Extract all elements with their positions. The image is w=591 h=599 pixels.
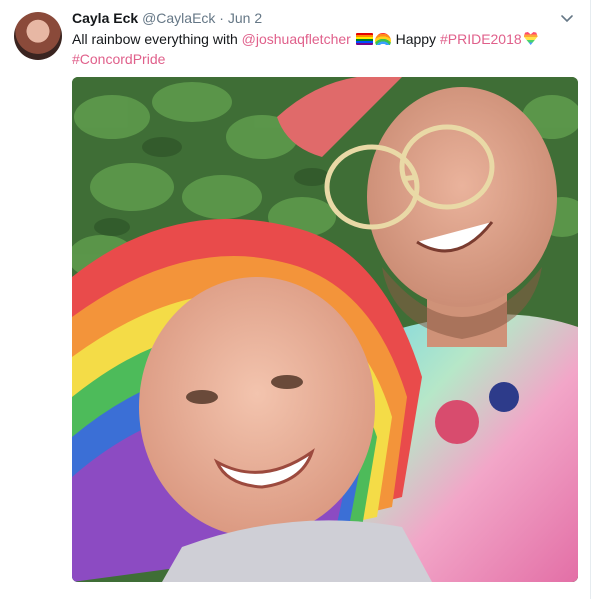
tweet-timestamp[interactable]: Jun 2 xyxy=(228,10,262,26)
tweet-card[interactable]: Cayla Eck @CaylaEck · Jun 2 All rainbow … xyxy=(0,0,591,599)
hashtag-concordpride[interactable]: #ConcordPride xyxy=(72,51,165,67)
separator-dot: · xyxy=(219,10,224,26)
hashtag-pride2018[interactable]: #PRIDE2018 xyxy=(440,31,522,47)
chevron-down-icon[interactable] xyxy=(560,11,574,25)
tweet-text-part2: Happy xyxy=(391,31,440,47)
rainbow-heart-icon xyxy=(523,32,538,45)
avatar[interactable] xyxy=(14,12,62,60)
selfie-photo xyxy=(72,77,578,582)
user-handle[interactable]: @CaylaEck xyxy=(142,10,215,26)
rainbow-icon xyxy=(374,33,391,45)
tweet-photo[interactable] xyxy=(72,77,578,582)
tweet-text: All rainbow everything with @joshuaqflet… xyxy=(72,29,572,69)
tweet-text-part1: All rainbow everything with xyxy=(72,31,242,47)
rainbow-flag-icon xyxy=(355,33,373,45)
tweet-header: Cayla Eck @CaylaEck · Jun 2 xyxy=(72,9,262,27)
display-name[interactable]: Cayla Eck xyxy=(72,10,138,26)
mention-link[interactable]: @joshuaqfletcher xyxy=(242,31,351,47)
